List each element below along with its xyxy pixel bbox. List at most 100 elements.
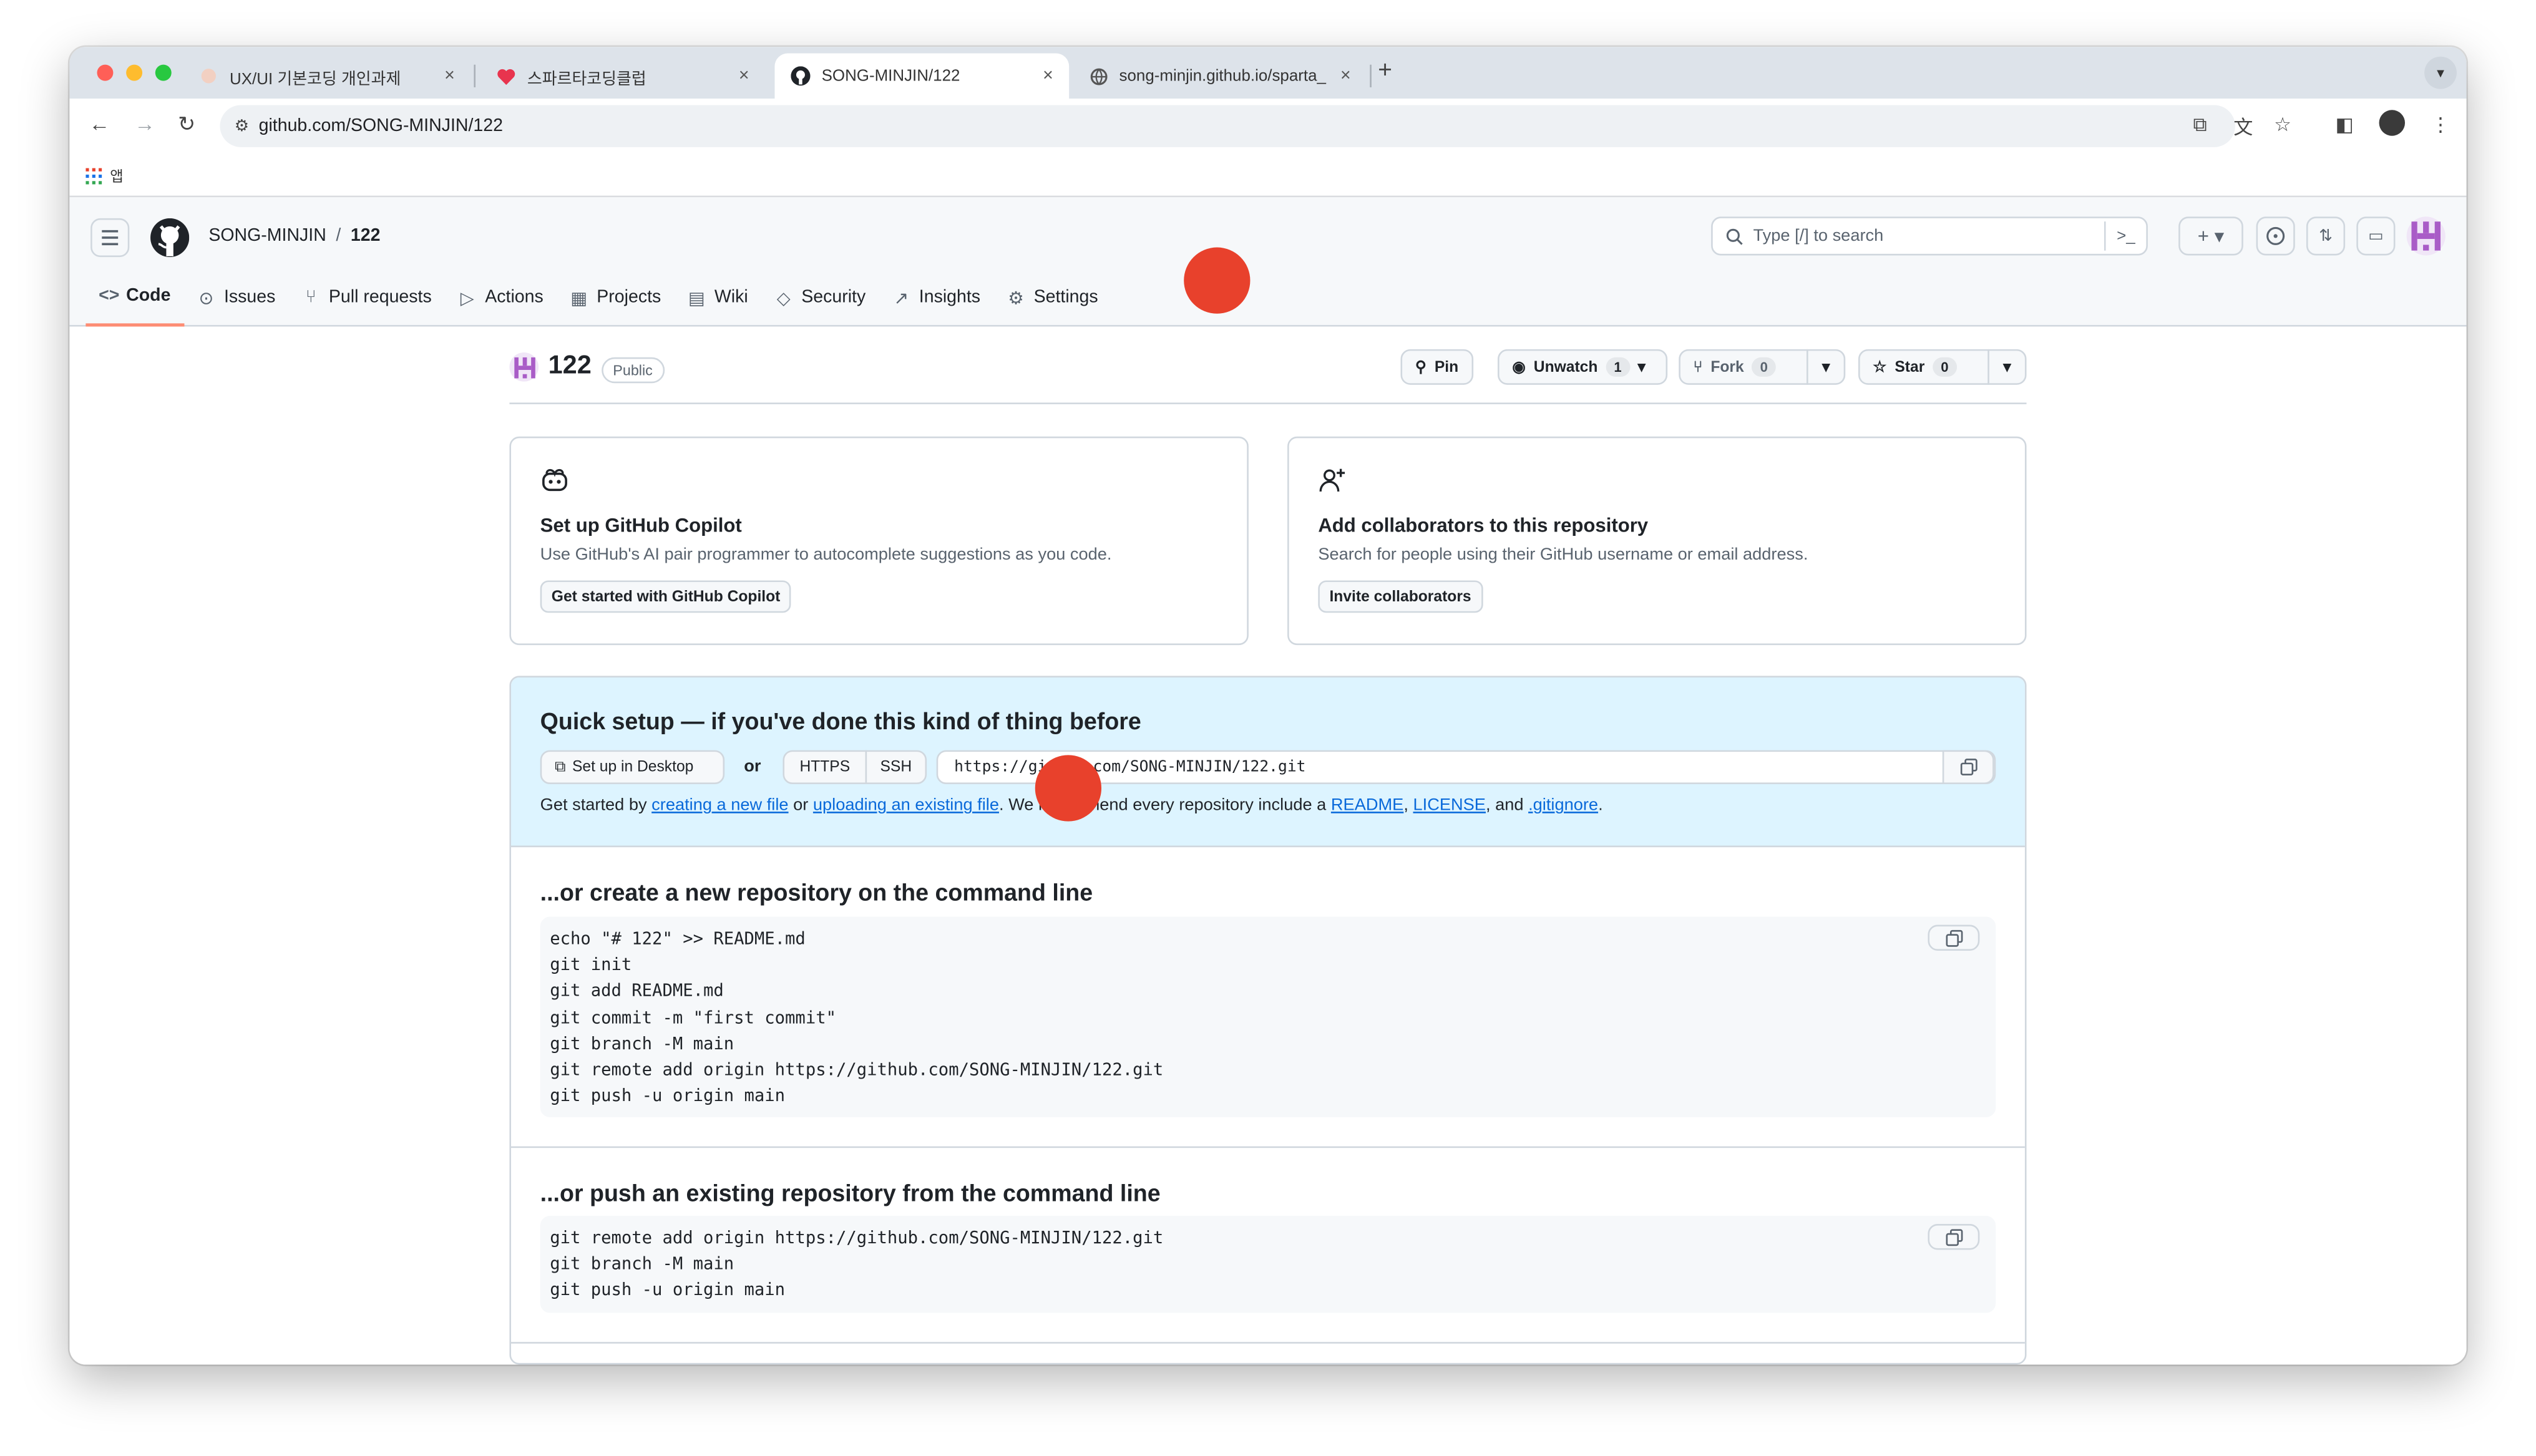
sparta-favicon-icon	[199, 66, 218, 85]
tab-label: Projects	[597, 288, 661, 308]
browser-window: UX/UI 기본코딩 개인과제 × 스파르타코딩클럽 × SONG-MINJIN…	[69, 47, 2467, 1365]
plus-icon: + ▾	[2197, 225, 2225, 248]
tab-close-icon[interactable]: ×	[1334, 66, 1357, 85]
clone-url-text[interactable]: https://github.com/SONG-MINJIN/122.git	[954, 759, 1305, 777]
get-started-copilot-button[interactable]: Get started with GitHub Copilot	[540, 580, 792, 613]
owner-link[interactable]: SONG-MINJIN	[208, 226, 326, 246]
kebab-menu-icon[interactable]: ⋮	[2431, 113, 2450, 135]
forward-arrow-icon[interactable]: →	[134, 112, 155, 136]
back-arrow-icon[interactable]: ←	[89, 112, 110, 136]
tab-actions[interactable]: ▷ Actions	[444, 268, 556, 326]
pull-request-icon: ⇅	[2319, 227, 2333, 245]
tab-code[interactable]: <> Code	[85, 268, 184, 327]
user-avatar[interactable]	[2406, 216, 2446, 256]
search-input[interactable]: Type [/] to search >_	[1711, 216, 2148, 256]
github-logo-icon[interactable]	[150, 218, 190, 265]
or-label: or	[744, 756, 761, 777]
setup-desktop-button[interactable]: ⧉ Set up in Desktop	[540, 750, 725, 785]
star-button[interactable]: ☆ Star 0	[1858, 349, 1989, 385]
quick-setup-title: Quick setup — if you've done this kind o…	[540, 709, 1141, 736]
address-bar[interactable]: ⚙ github.com/SONG-MINJIN/122	[220, 105, 2235, 147]
repo-owner-avatar[interactable]	[509, 352, 539, 382]
repo-nav: <> Code ⊙ Issues ⑂ Pull requests ▷ Actions ▦…	[85, 268, 1111, 327]
upload-file-link[interactable]: uploading an existing file	[813, 795, 999, 815]
star-icon: ☆	[1873, 358, 1887, 376]
tab-close-icon[interactable]: ×	[733, 66, 755, 85]
copy-code-button[interactable]	[1928, 1223, 1980, 1250]
tab-search-button[interactable]: ▾	[2424, 56, 2457, 89]
create-new-file-link[interactable]: creating a new file	[651, 795, 788, 815]
license-link[interactable]: LICENSE	[1413, 795, 1486, 815]
tab-settings[interactable]: ⚙ Settings	[993, 268, 1111, 326]
ssh-toggle[interactable]: SSH	[865, 750, 927, 785]
visibility-badge: Public	[602, 357, 664, 384]
chevron-down-icon: ▾	[2003, 358, 2011, 376]
gear-icon: ⚙	[1008, 288, 1024, 308]
pull-request-icon: ⑂	[305, 288, 316, 308]
install-app-icon[interactable]: ⧉	[2193, 113, 2207, 137]
code-icon: <>	[99, 286, 120, 306]
pin-icon: ⚲	[1415, 358, 1426, 376]
browser-tab-4[interactable]: song-minjin.github.io/sparta_ ×	[1072, 54, 1367, 99]
browser-tab-2[interactable]: 스파르타코딩클럽 ×	[480, 54, 765, 99]
tab-projects[interactable]: ▦ Projects	[556, 268, 674, 326]
bookmarks-bar: 앱	[69, 152, 2467, 198]
copy-url-button[interactable]	[1942, 750, 1994, 785]
copilot-icon	[540, 467, 570, 498]
minimize-window-button[interactable]	[126, 64, 143, 81]
bookmark-star-icon[interactable]: ☆	[2274, 113, 2291, 135]
tab-separator	[1370, 64, 1372, 87]
hint-text: , and	[1485, 795, 1524, 815]
browser-toolbar: ← → ↻ ⚙ github.com/SONG-MINJIN/122 ⧉ 文 ☆…	[69, 99, 2467, 152]
fork-dropdown-button[interactable]: ▾	[1807, 349, 1846, 385]
pull-requests-button[interactable]: ⇅	[2306, 216, 2346, 256]
eye-icon: ◉	[1512, 358, 1526, 376]
readme-link[interactable]: README	[1331, 795, 1403, 815]
zoom-window-button[interactable]	[155, 64, 172, 81]
fork-button[interactable]: ⑂ Fork 0	[1679, 349, 1808, 385]
repo-title[interactable]: 122	[549, 352, 592, 382]
reload-icon[interactable]: ↻	[178, 112, 195, 137]
browser-tab-1[interactable]: UX/UI 기본코딩 개인과제 ×	[183, 54, 471, 99]
command-palette-icon[interactable]: >_	[2104, 221, 2146, 251]
tab-close-icon[interactable]: ×	[1036, 66, 1059, 85]
inbox-icon: ▭	[2368, 227, 2384, 245]
tab-close-icon[interactable]: ×	[438, 66, 461, 85]
inbox-button[interactable]: ▭	[2356, 216, 2396, 256]
repo-title-row: 122 Public ⚲ Pin ◉ Unwatch 1 ▾ ⑂ Fork 0 ▾ ☆ Sta…	[509, 349, 2027, 404]
close-window-button[interactable]	[97, 64, 114, 81]
repo-link[interactable]: 122	[351, 226, 381, 246]
new-repo-code-block[interactable]: echo "# 122" >> README.md git init git a…	[540, 916, 1996, 1117]
fork-count: 0	[1752, 357, 1776, 377]
identicon-icon	[2411, 221, 2441, 251]
copy-code-button[interactable]	[1928, 925, 1980, 951]
side-panel-icon[interactable]: ◧	[2336, 113, 2354, 135]
url-text[interactable]: github.com/SONG-MINJIN/122	[259, 117, 503, 136]
push-repo-code-block[interactable]: git remote add origin https://github.com…	[540, 1216, 1996, 1313]
tab-security[interactable]: ◇ Security	[761, 268, 879, 326]
unwatch-button[interactable]: ◉ Unwatch 1 ▾	[1498, 349, 1668, 385]
site-settings-icon[interactable]: ⚙	[235, 117, 249, 135]
setup-desktop-label: Set up in Desktop	[572, 758, 694, 777]
invite-collaborators-button[interactable]: Invite collaborators	[1318, 580, 1483, 613]
tab-insights[interactable]: ↗ Insights	[879, 268, 993, 326]
pin-button[interactable]: ⚲ Pin	[1400, 349, 1473, 385]
person-add-icon	[1318, 467, 1347, 498]
star-dropdown-button[interactable]: ▾	[1987, 349, 2027, 385]
issues-button[interactable]	[2256, 216, 2295, 256]
translate-icon[interactable]: 文	[2233, 113, 2253, 140]
hamburger-menu-button[interactable]	[90, 218, 130, 258]
https-toggle[interactable]: HTTPS	[783, 750, 867, 785]
apps-bookmark[interactable]: 앱	[85, 165, 124, 186]
tab-title: 스파르타코딩클럽	[527, 70, 646, 89]
browser-tab-3-active[interactable]: SONG-MINJIN/122 ×	[774, 53, 1070, 99]
new-tab-button[interactable]: +	[1378, 57, 1392, 84]
book-icon: ▤	[688, 288, 705, 308]
tab-issues[interactable]: ⊙ Issues	[183, 268, 288, 326]
gitignore-link[interactable]: .gitignore	[1528, 795, 1598, 815]
collaborators-card: Add collaborators to this repository Sea…	[1287, 436, 2027, 646]
profile-avatar[interactable]	[2379, 110, 2406, 136]
create-new-button[interactable]: + ▾	[2178, 216, 2243, 256]
tab-pull-requests[interactable]: ⑂ Pull requests	[288, 268, 444, 326]
tab-wiki[interactable]: ▤ Wiki	[674, 268, 761, 326]
